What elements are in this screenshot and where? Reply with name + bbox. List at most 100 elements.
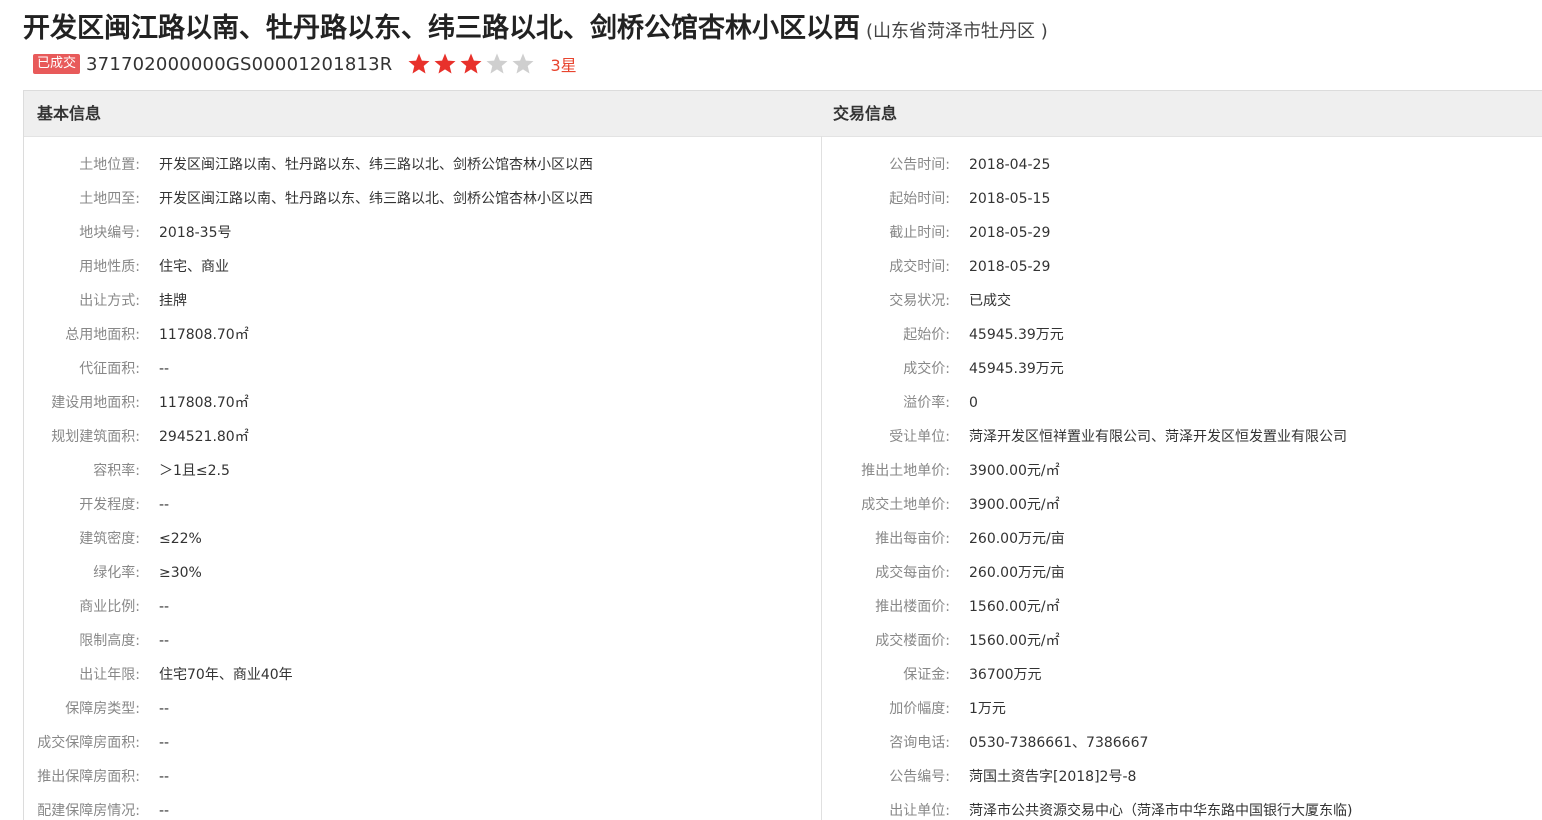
basic-info-label: 规划建筑面积: [51,429,140,445]
page: 开发区闽江路以南、牡丹路以东、纬三路以北、剑桥公馆杏林小区以西 (山东省菏泽市牡… [0,0,1542,820]
basic-info-label: 出让年限: [79,667,140,683]
info-panel: 基本信息 交易信息 土地位置: 开发区闽江路以南、牡丹路以东、纬三路以北、剑桥公馆… [23,90,1542,820]
trade-info-heading: 交易信息 [833,104,898,123]
trade-info-row: 溢价率: 0 [822,386,1542,420]
basic-info-row: 土地四至: 开发区闽江路以南、牡丹路以东、纬三路以北、剑桥公馆杏林小区以西 [24,182,821,216]
trade-info-label: 溢价率: [903,395,950,411]
trade-info-row: 成交每亩价: 260.00万元/亩 [822,556,1542,590]
basic-info-value: 117808.70㎡ [159,327,249,343]
star-rating [407,52,537,76]
basic-info-value: 挂牌 [159,293,187,309]
basic-info-label: 出让方式: [79,293,140,309]
meta-row: 已成交 371702000000GS00001201813R 3星 [33,50,577,78]
trade-info-value: 260.00万元/亩 [969,531,1065,547]
trade-info-value: 菏国土资告字[2018]2号-8 [969,769,1137,785]
basic-info-row: 容积率: ＞1且≤2.5 [24,454,821,488]
basic-info-row: 地块编号: 2018-35号 [24,216,821,250]
trade-info-label: 成交楼面价: [875,633,950,649]
trade-info-row: 成交楼面价: 1560.00元/㎡ [822,624,1542,658]
parcel-code: 371702000000GS00001201813R [86,53,393,75]
region-label: (山东省菏泽市牡丹区 ) [866,21,1048,42]
trade-info-row: 推出土地单价: 3900.00元/㎡ [822,454,1542,488]
basic-info-value: 开发区闽江路以南、牡丹路以东、纬三路以北、剑桥公馆杏林小区以西 [159,157,593,173]
basic-info-row: 建设用地面积: 117808.70㎡ [24,386,821,420]
basic-info-heading: 基本信息 [37,104,102,123]
trade-info-row: 成交时间: 2018-05-29 [822,250,1542,284]
basic-info-row: 商业比例: -- [24,590,821,624]
basic-info-label: 成交保障房面积: [37,735,140,751]
trade-info-row: 起始价: 45945.39万元 [822,318,1542,352]
basic-info-label: 绿化率: [93,565,140,581]
trade-info-value: 2018-05-29 [969,259,1051,275]
trade-info-value: 0530-7386661、7386667 [969,735,1149,751]
basic-info-label: 保障房类型: [65,701,140,717]
basic-info-row: 总用地面积: 117808.70㎡ [24,318,821,352]
basic-info-label: 总用地面积: [65,327,140,343]
trade-info-label: 成交每亩价: [875,565,950,581]
trade-info-label: 加价幅度: [889,701,950,717]
basic-info-label: 地块编号: [79,225,140,241]
basic-info-row: 推出保障房面积: -- [24,760,821,794]
basic-info-label: 土地位置: [79,157,140,173]
basic-info-value: -- [159,497,170,513]
basic-info-label: 限制高度: [79,633,140,649]
trade-info-value: 45945.39万元 [969,361,1064,377]
star-icon [511,52,535,76]
basic-info-value: 2018-35号 [159,225,232,241]
trade-info-row: 出让单位: 菏泽市公共资源交易中心（菏泽市中华东路中国银行大厦东临) [822,794,1542,820]
basic-info-row: 出让方式: 挂牌 [24,284,821,318]
trade-info-value: 1560.00元/㎡ [969,633,1060,649]
trade-info-row: 公告时间: 2018-04-25 [822,148,1542,182]
trade-info-label: 成交土地单价: [861,497,950,513]
trade-info-value: 45945.39万元 [969,327,1064,343]
basic-info-label: 容积率: [93,463,140,479]
basic-info-label: 建筑密度: [79,531,140,547]
trade-info-row: 受让单位: 菏泽开发区恒祥置业有限公司、菏泽开发区恒发置业有限公司 [822,420,1542,454]
basic-info-row: 配建保障房情况: -- [24,794,821,820]
basic-info-list: 土地位置: 开发区闽江路以南、牡丹路以东、纬三路以北、剑桥公馆杏林小区以西土地四至… [24,148,821,820]
trade-info-label: 出让单位: [889,803,950,819]
trade-info-label: 成交时间: [889,259,950,275]
page-title: 开发区闽江路以南、牡丹路以东、纬三路以北、剑桥公馆杏林小区以西 [23,13,860,44]
trade-info-label: 公告时间: [889,157,950,173]
trade-info-label: 保证金: [903,667,950,683]
trade-info-row: 推出每亩价: 260.00万元/亩 [822,522,1542,556]
trade-info-row: 推出楼面价: 1560.00元/㎡ [822,590,1542,624]
basic-info-row: 开发程度: -- [24,488,821,522]
trade-info-value: 2018-05-15 [969,191,1051,207]
trade-info-list: 公告时间: 2018-04-25 起始时间: 2018-05-15 截止时间: 2018-… [822,148,1542,820]
trade-info-row: 保证金: 36700万元 [822,658,1542,692]
trade-info-label: 咨询电话: [889,735,950,751]
basic-info-row: 代征面积: -- [24,352,821,386]
trade-info-value: 36700万元 [969,667,1042,683]
basic-info-label: 用地性质: [79,259,140,275]
trade-info-value: 3900.00元/㎡ [969,497,1060,513]
basic-info-value: 住宅、商业 [159,259,229,275]
basic-info-value: ＞1且≤2.5 [159,463,230,479]
basic-info-value: -- [159,361,170,377]
basic-info-label: 商业比例: [79,599,140,615]
star-icon [485,52,509,76]
trade-info-row: 交易状况: 已成交 [822,284,1542,318]
trade-info-label: 交易状况: [889,293,950,309]
basic-info-label: 配建保障房情况: [37,803,140,819]
basic-info-label: 土地四至: [79,191,140,207]
trade-info-label: 公告编号: [889,769,950,785]
trade-info-row: 截止时间: 2018-05-29 [822,216,1542,250]
trade-info-label: 推出楼面价: [875,599,950,615]
trade-info-label: 截止时间: [889,225,950,241]
basic-info-value: 117808.70㎡ [159,395,249,411]
basic-info-value: -- [159,701,170,717]
trade-info-value: 260.00万元/亩 [969,565,1065,581]
basic-info-value: ≤22% [159,531,202,547]
basic-info-row: 限制高度: -- [24,624,821,658]
trade-info-value: 菏泽开发区恒祥置业有限公司、菏泽开发区恒发置业有限公司 [969,429,1347,445]
basic-info-label: 代征面积: [79,361,140,377]
basic-info-value: -- [159,735,170,751]
star-icon [407,52,431,76]
basic-info-row: 绿化率: ≥30% [24,556,821,590]
basic-info-row: 成交保障房面积: -- [24,726,821,760]
basic-info-value: -- [159,803,170,819]
title-row: 开发区闽江路以南、牡丹路以东、纬三路以北、剑桥公馆杏林小区以西 (山东省菏泽市牡… [23,6,1048,46]
basic-info-label: 建设用地面积: [51,395,140,411]
